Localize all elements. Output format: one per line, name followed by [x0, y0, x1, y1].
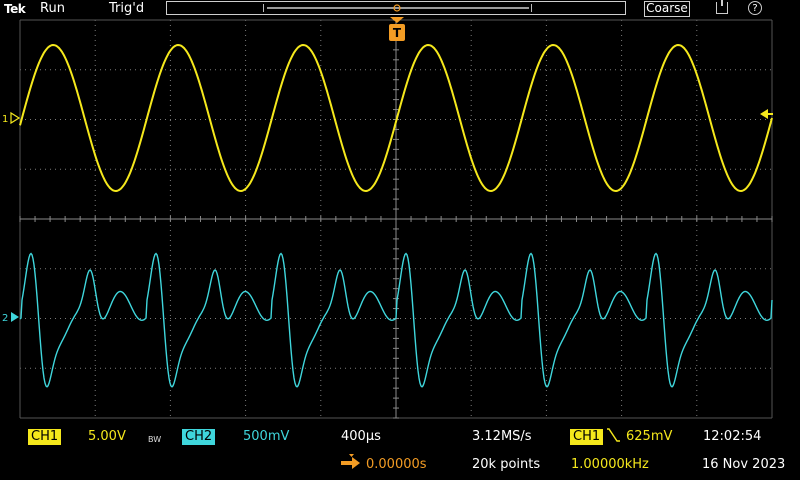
ch2-scale[interactable]: 500mV — [243, 429, 289, 445]
trigger-delay-readout[interactable]: 0.00000s — [366, 457, 427, 473]
trigger-source-badge[interactable]: CH1 — [570, 429, 604, 445]
clock-time: 12:02:54 — [703, 429, 762, 444]
record-trigger-indicator — [393, 4, 401, 12]
trigger-frequency-readout: 1.00000kHz — [571, 457, 649, 472]
ch2-badge[interactable]: CH2 — [182, 429, 216, 445]
timebase-readout[interactable]: 400µs — [341, 429, 381, 445]
trigger-marker-label: T — [393, 26, 402, 40]
ch1-ground-marker[interactable]: 1 — [2, 111, 21, 125]
trigger-position-marker[interactable]: T — [389, 17, 405, 41]
record-length-readout[interactable]: 20k points — [472, 457, 540, 473]
clock-date: 16 Nov 2023 — [702, 457, 786, 472]
ch2-ground-marker[interactable]: 2 — [2, 312, 19, 324]
readout-bar: CH1 5.00V BW CH2 500mV 400µs 3.12MS/s CH… — [0, 420, 800, 480]
bw-limit-icon: BW — [148, 435, 162, 444]
trigger-slope-falling-icon — [607, 428, 620, 442]
trigger-level-marker[interactable] — [760, 109, 773, 119]
ch1-scale[interactable]: 5.00V — [88, 429, 126, 445]
ch2-marker-label: 2 — [2, 313, 8, 324]
waveform-display[interactable]: 1 2 T — [0, 0, 800, 420]
sample-rate-readout: 3.12MS/s — [472, 429, 532, 444]
ch1-marker-label: 1 — [2, 114, 8, 125]
graticule-grid — [19, 19, 773, 419]
trigger-level-readout[interactable]: 625mV — [626, 429, 672, 445]
ch1-badge[interactable]: CH1 — [28, 429, 62, 445]
trigger-delay-arrow-icon — [341, 454, 360, 469]
